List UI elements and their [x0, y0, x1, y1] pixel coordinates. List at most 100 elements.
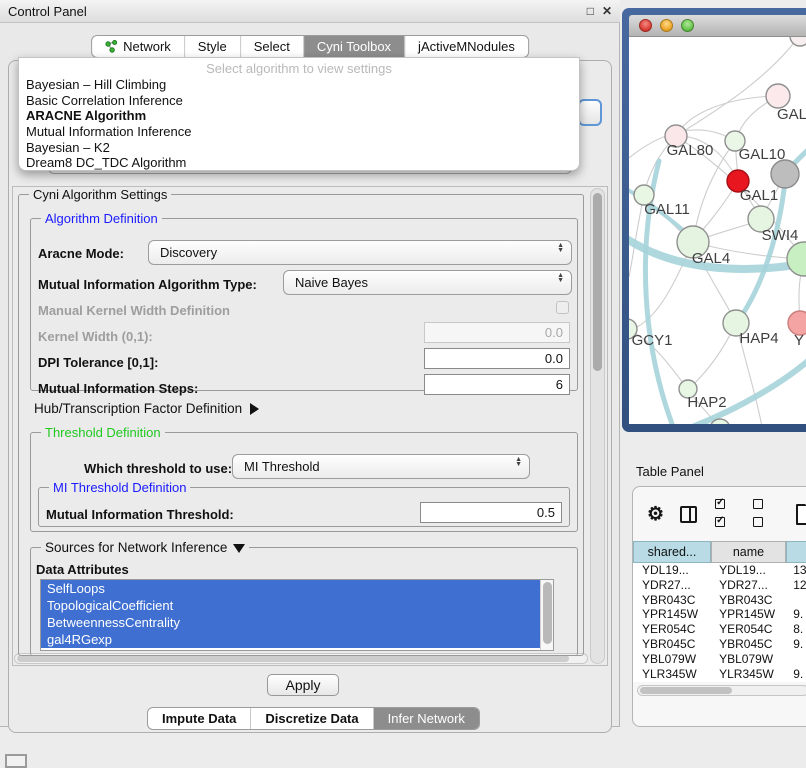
aracne-mode-combobox[interactable]: Discovery ▲▼: [148, 240, 572, 265]
export-table-icon[interactable]: [796, 504, 806, 525]
network-window-titlebar[interactable]: [629, 15, 806, 37]
algorithm-definition-legend: Algorithm Definition: [41, 211, 162, 226]
network-label-GCY1: GCY1: [632, 332, 673, 349]
tab-style[interactable]: Style: [185, 36, 241, 57]
which-threshold-combobox[interactable]: MI Threshold ▲▼: [232, 454, 530, 479]
aracne-mode-label: Aracne Mode:: [38, 246, 124, 261]
table-body: YDL19...YDL19...13YDR27...YDR27...12YBR0…: [633, 563, 806, 682]
network-label-GAL: GAL: [777, 106, 806, 123]
tab-jactivemnodules[interactable]: jActiveMNodules: [405, 36, 528, 57]
tab-cyni-toolbox-label: Cyni Toolbox: [317, 39, 391, 54]
tab-infer-network[interactable]: Infer Network: [374, 708, 479, 729]
apply-button[interactable]: Apply: [267, 674, 339, 696]
data-attribute-item[interactable]: TopologicalCoefficient: [41, 597, 541, 614]
data-attribute-item[interactable]: BetweennessCentrality: [41, 614, 541, 631]
mi-algorithm-type-combobox[interactable]: Naive Bayes ▲▼: [283, 270, 572, 295]
kernel-width-value: 0.0: [545, 325, 563, 340]
table-row[interactable]: YBR043CYBR043C: [633, 593, 806, 608]
close-traffic-light-icon[interactable]: [639, 19, 652, 32]
inference-algorithm-combo-fragment[interactable]: [578, 99, 602, 126]
algorithm-option[interactable]: Bayesian – Hill Climbing: [19, 77, 579, 93]
table-scroll-thumb[interactable]: [640, 687, 732, 694]
table-cell: 9: [784, 681, 806, 682]
algorithm-option[interactable]: Basic Correlation Inference: [19, 93, 579, 109]
tab-network[interactable]: Network: [92, 36, 185, 57]
table-row[interactable]: YLR345WYLR345W9.: [633, 667, 806, 682]
minimized-window-tab[interactable]: [5, 754, 27, 768]
table-cell: 8.: [784, 622, 806, 637]
table-cell: YPR145W: [633, 607, 710, 622]
network-canvas[interactable]: GAL80GALGAL10GAL1GAL11SWI4GAL4GCY1HAP4YH…: [629, 37, 806, 424]
tab-cyni-toolbox[interactable]: Cyni Toolbox: [304, 36, 405, 57]
column-header-name[interactable]: name: [711, 541, 786, 563]
horizontal-scroll-thumb[interactable]: [17, 655, 569, 662]
table-row[interactable]: YDL19...YDL19...13: [633, 563, 806, 578]
algorithm-option[interactable]: Dream8 DC_TDC Algorithm: [19, 155, 579, 171]
threshold-definition-legend: Threshold Definition: [41, 425, 165, 440]
manual-kernel-width-checkbox: [556, 301, 569, 314]
mi-steps-label: Mutual Information Steps:: [38, 381, 198, 396]
mi-threshold-value: 0.5: [537, 505, 555, 520]
settings-vertical-scrollbar[interactable]: [590, 188, 605, 664]
table-cell: YBR043C: [633, 593, 710, 608]
table-row[interactable]: YDR27...YDR27...12: [633, 578, 806, 593]
table-row[interactable]: YBL079WYBL079W: [633, 652, 806, 667]
checked-box-icon: [715, 517, 725, 527]
columns-icon[interactable]: [680, 506, 697, 523]
tab-discretize-data[interactable]: Discretize Data: [251, 708, 373, 729]
sources-legend[interactable]: Sources for Network Inference: [41, 540, 249, 555]
column-header-shared-name[interactable]: shared...: [633, 541, 711, 563]
table-row[interactable]: YIL052CYIL052C9: [633, 681, 806, 682]
table-row[interactable]: YPR145WYPR145W9.: [633, 607, 806, 622]
tab-impute-data[interactable]: Impute Data: [148, 708, 251, 729]
network-edge[interactable]: [629, 195, 644, 277]
table-cell: 9.: [784, 637, 806, 652]
data-attribute-item[interactable]: gal4RGexp: [41, 631, 541, 648]
network-node-gal10[interactable]: [771, 160, 799, 188]
table-row[interactable]: YER054CYER054C8.: [633, 622, 806, 637]
tab-select[interactable]: Select: [241, 36, 304, 57]
minimize-traffic-light-icon[interactable]: [660, 19, 673, 32]
float-window-icon[interactable]: □: [587, 4, 594, 18]
close-window-icon[interactable]: ✕: [602, 4, 612, 18]
algorithm-option[interactable]: Bayesian – K2: [19, 140, 579, 156]
algorithm-dropdown-popup: Select algorithm to view settings Bayesi…: [18, 57, 580, 171]
table-cell: YDL19...: [633, 563, 710, 578]
gear-icon[interactable]: ⚙: [647, 503, 664, 526]
network-node[interactable]: [766, 84, 790, 108]
column-header-partial[interactable]: [786, 541, 806, 563]
table-row[interactable]: YBR045CYBR045C9.: [633, 637, 806, 652]
tab-style-label: Style: [198, 39, 227, 54]
algorithm-option[interactable]: Mutual Information Inference: [19, 124, 579, 140]
table-cell: [784, 593, 806, 608]
mi-steps-field[interactable]: 6: [424, 374, 570, 395]
vertical-scroll-thumb[interactable]: [593, 193, 602, 371]
control-panel-tab-bar: Network Style Select Cyni Toolbox jActiv…: [91, 35, 529, 58]
mi-threshold-field[interactable]: 0.5: [420, 502, 562, 523]
mi-threshold-definition-legend: MI Threshold Definition: [49, 480, 190, 495]
network-node[interactable]: [787, 242, 806, 276]
mi-algorithm-type-value: Naive Bayes: [295, 275, 368, 290]
select-all-columns-icon[interactable]: [711, 496, 735, 532]
algorithm-option[interactable]: ARACNE Algorithm: [19, 108, 579, 124]
table-panel: ⚙ shared... name YDL19...YDL19...13YDR27…: [632, 486, 806, 727]
list-scroll-thumb[interactable]: [543, 582, 552, 644]
table-horizontal-scrollbar[interactable]: [637, 685, 806, 696]
network-label-SWI4: SWI4: [762, 227, 799, 244]
tab-select-label: Select: [254, 39, 290, 54]
aracne-mode-value: Discovery: [160, 245, 217, 260]
hub-definition-toggle[interactable]: Hub/Transcription Factor Definition: [34, 401, 259, 416]
table-cell: YLR345W: [710, 667, 784, 682]
list-vertical-scrollbar[interactable]: [540, 580, 553, 650]
zoom-traffic-light-icon[interactable]: [681, 19, 694, 32]
data-attributes-list[interactable]: SelfLoopsTopologicalCoefficientBetweenne…: [40, 579, 554, 651]
table-panel-title: Table Panel: [636, 464, 704, 479]
cyni-algorithm-settings-legend: Cyni Algorithm Settings: [29, 187, 171, 202]
data-attribute-item[interactable]: SelfLoops: [41, 580, 541, 597]
combo-stepper-icon: ▲▼: [557, 243, 564, 253]
unselect-all-columns-icon[interactable]: [749, 496, 773, 532]
dpi-tolerance-field[interactable]: 0.0: [424, 348, 570, 369]
table-cell: YDR27...: [710, 578, 784, 593]
table-cell: YBR045C: [633, 637, 710, 652]
table-cell: YIL052C: [710, 681, 784, 682]
